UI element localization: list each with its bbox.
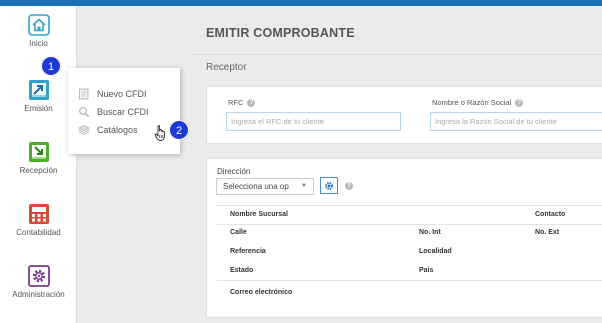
calculator-icon [28,204,49,224]
menu-item-catalogos[interactable]: Catálogos [78,122,138,138]
document-icon [79,88,89,100]
direccion-select-value: Selecciona una op [223,182,289,191]
razon-social-label: Nombre o Razón Social ? [432,98,524,107]
menu-item-nuevo-cfdi[interactable]: Nuevo CFDI [78,86,147,102]
step-badge-2: 2 [169,120,189,140]
table-divider [217,280,602,281]
rfc-label: RFC ? [228,98,256,107]
help-icon[interactable]: ? [515,98,524,107]
sidebar-item-label: Recepción [19,166,58,175]
hand-cursor-icon [154,125,165,141]
sidebar-item-administracion[interactable]: Administración [0,265,77,299]
emision-flyout-menu: Nuevo CFDI Buscar CFDI Catálogos [68,68,180,154]
direccion-label: Dirección [217,167,251,176]
inbox-icon [28,142,49,162]
label-localidad: Localidad [419,248,452,255]
sidebar-item-label: Contabilidad [16,228,61,237]
direccion-select[interactable]: Selecciona una op ▼ [216,178,314,195]
menu-item-label: Nuevo CFDI [97,89,147,99]
home-icon [27,14,50,36]
table-divider [217,205,602,206]
page-title: EMITIR COMPROBANTE [206,26,355,40]
main-content: EMITIR COMPROBANTE Receptor RFC ? Ingres… [191,6,602,323]
sidebar-item-contabilidad[interactable]: Contabilidad [0,203,77,237]
help-icon[interactable]: ? [345,182,353,190]
stack-icon [78,125,90,135]
sidebar: Inicio Emisión Recepción Contabilidad Ad… [0,6,77,323]
help-icon[interactable]: ? [247,98,256,107]
gear-icon [27,265,50,287]
gear-icon [325,181,333,190]
direccion-card: Dirección Selecciona una op ▼ ? Nombre S… [206,158,602,318]
label-contacto: Contacto [535,211,566,218]
title-divider [191,54,602,55]
direccion-settings-button[interactable] [320,177,338,194]
table-divider [217,224,602,225]
label-referencia: Referencia [230,248,266,255]
chevron-down-icon: ▼ [301,183,307,189]
razon-social-input[interactable]: Ingresa la Razón Social de tu cliente [430,112,602,131]
label-no-ext: No. Ext [535,229,560,236]
rfc-input[interactable]: Ingresa el RFC de tu cliente [226,112,401,131]
step-badge-1: 1 [41,56,61,76]
section-receptor-heading: Receptor [206,62,247,73]
sidebar-item-inicio[interactable]: Inicio [0,14,77,48]
menu-item-label: Buscar CFDI [97,107,149,117]
sidebar-item-label: Inicio [29,39,48,48]
sidebar-item-emision[interactable]: Emisión [0,79,77,113]
sidebar-item-label: Emisión [24,104,53,113]
menu-item-label: Catálogos [97,125,138,135]
label-estado: Estado [230,267,254,274]
label-nombre-sucursal: Nombre Sucursal [230,211,288,218]
label-correo: Correo electrónico [230,289,293,296]
menu-item-buscar-cfdi[interactable]: Buscar CFDI [78,104,149,120]
search-icon [79,107,90,118]
razon-social-label-text: Nombre o Razón Social [432,98,512,107]
sidebar-item-label: Administración [12,290,65,299]
label-calle: Calle [230,229,247,236]
sidebar-item-recepcion[interactable]: Recepción [0,141,77,175]
label-no-int: No. Int [419,229,441,236]
rfc-label-text: RFC [228,98,244,107]
label-pais: País [419,267,434,274]
invoice-icon [28,80,49,100]
receptor-card: RFC ? Ingresa el RFC de tu cliente Nombr… [206,86,602,144]
